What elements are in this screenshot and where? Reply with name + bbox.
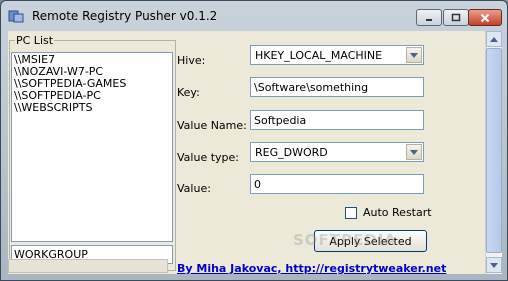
watermark: SOFTPEDIA [293,231,397,249]
hive-label: Hive: [177,54,206,67]
maximize-button[interactable] [443,9,469,26]
author-link[interactable]: By Miha Jakovac, http://registrytweaker.… [177,262,446,275]
chevron-up-icon [490,36,498,42]
vertical-scrollbar[interactable] [485,31,502,274]
scroll-thumb[interactable] [486,48,502,253]
value-type-value: REG_DWORD [255,146,328,159]
app-window: Remote Registry Pusher v0.1.2 \\MSIE7 \\… [0,0,508,281]
minimize-icon [426,18,432,21]
horizontal-scrollbar[interactable] [8,259,168,273]
pc-list-label: PC List [15,34,55,47]
chevron-down-icon[interactable] [406,47,422,63]
scroll-down-button[interactable] [486,257,502,273]
value-input[interactable]: 0 [250,174,424,194]
hive-dropdown[interactable]: HKEY_LOCAL_MACHINE [250,45,424,65]
scroll-up-button[interactable] [486,31,502,47]
title-bar[interactable]: Remote Registry Pusher v0.1.2 [1,1,507,31]
pc-list-frame: \\MSIE7 \\NOZAVI-W7-PC \\SOFTPEDIA-GAMES… [9,40,176,271]
list-item[interactable]: \\WEBSCRIPTS [14,102,170,114]
value-type-label: Value type: [177,151,239,164]
value-name-input[interactable]: Softpedia [250,110,424,130]
auto-restart-label[interactable]: Auto Restart [363,206,432,219]
auto-restart-checkbox[interactable] [345,207,357,219]
value-type-dropdown[interactable]: REG_DWORD [250,142,424,162]
value-name-label: Value Name: [177,119,247,132]
close-icon [480,13,490,22]
registry-app-icon [8,9,24,23]
key-label: Key: [177,86,200,99]
minimize-button[interactable] [416,9,442,26]
client-area: \\MSIE7 \\NOZAVI-W7-PC \\SOFTPEDIA-GAMES… [8,31,485,274]
pc-listbox[interactable]: \\MSIE7 \\NOZAVI-W7-PC \\SOFTPEDIA-GAMES… [11,52,173,242]
maximize-icon [451,13,461,22]
key-input[interactable]: \Software\something [250,77,424,97]
pc-list-group: \\MSIE7 \\NOZAVI-W7-PC \\SOFTPEDIA-GAMES… [9,34,176,271]
hive-value: HKEY_LOCAL_MACHINE [255,49,383,62]
close-button[interactable] [468,9,502,26]
window-title: Remote Registry Pusher v0.1.2 [32,9,218,23]
chevron-down-icon[interactable] [406,144,422,160]
value-label: Value: [177,182,211,195]
chevron-down-icon [490,262,498,268]
